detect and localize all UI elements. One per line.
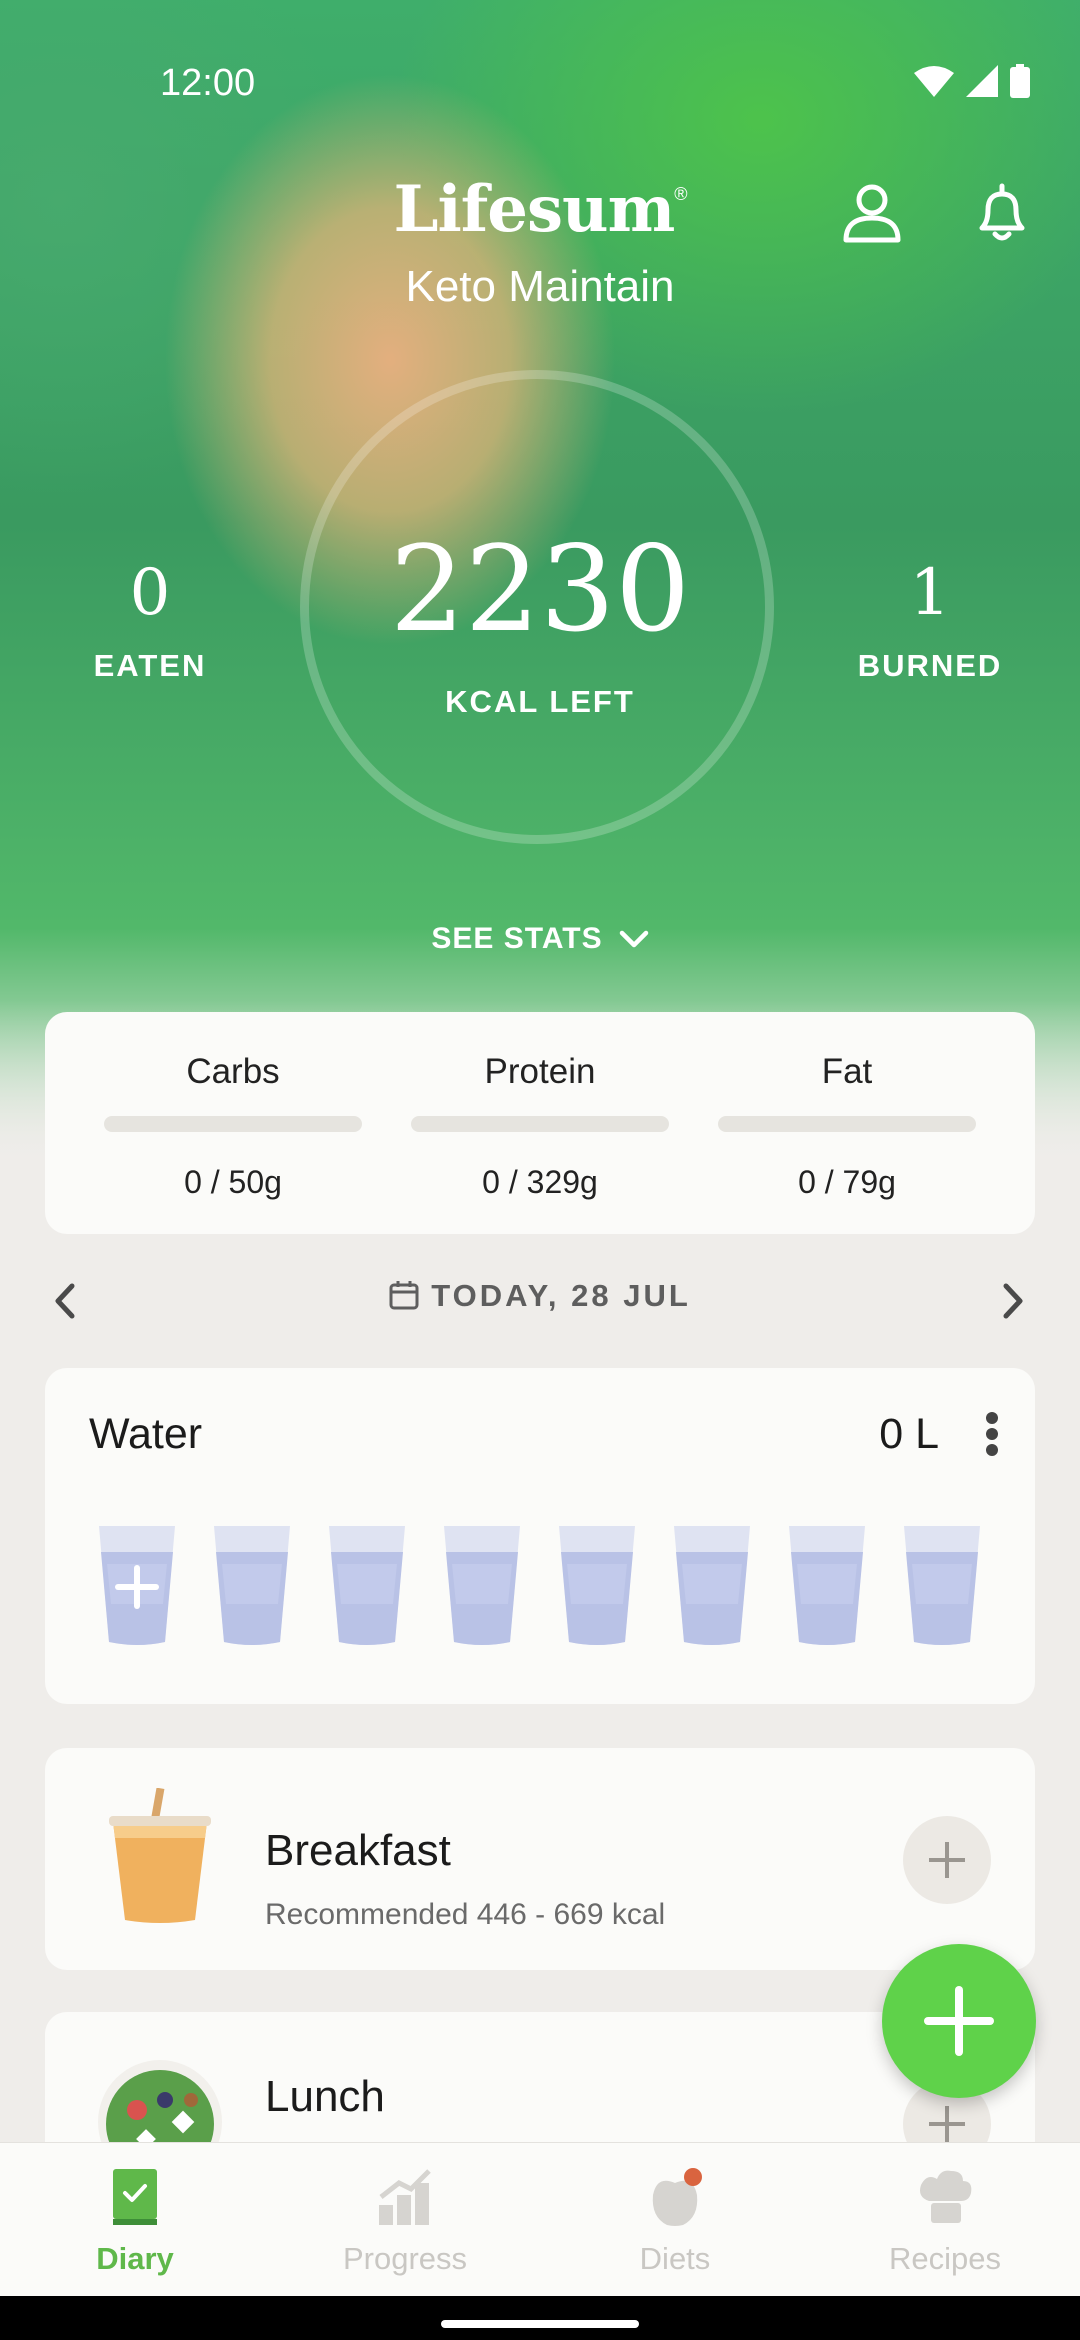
plus-icon	[929, 1842, 965, 1878]
water-glasses	[97, 1524, 997, 1648]
water-glass	[789, 1526, 865, 1645]
see-stats-label: SEE STATS	[431, 922, 603, 955]
meal-title: Breakfast	[265, 1826, 451, 1875]
water-title: Water	[89, 1410, 203, 1458]
water-glass	[214, 1526, 290, 1645]
macro-progress-bar	[718, 1116, 976, 1132]
brand-name: Lifesum	[393, 172, 675, 247]
eaten-value: 0	[129, 556, 171, 630]
battery-icon	[1010, 64, 1030, 98]
macro-progress-bar	[104, 1116, 362, 1132]
chevron-right-icon[interactable]	[1000, 1282, 1026, 1320]
water-glass	[674, 1526, 750, 1645]
meal-card-breakfast[interactable]: Breakfast Recommended 446 - 669 kcal	[45, 1748, 1035, 1970]
diet-name[interactable]: Keto Maintain	[0, 262, 1080, 312]
diary-book-icon	[113, 2169, 157, 2225]
brand-logo: Lifesum®	[0, 172, 1080, 247]
meal-recommendation: Recommended 446 - 669 kcal	[265, 1898, 666, 1931]
status-time: 12:00	[160, 62, 256, 104]
system-nav-bar	[0, 2296, 1080, 2340]
tab-recipes[interactable]: Recipes	[810, 2143, 1080, 2297]
registered-mark: ®	[674, 184, 687, 204]
macro-value: 0 / 50g	[184, 1164, 282, 1200]
tab-label: Diary	[96, 2241, 174, 2276]
apple-icon	[652, 2168, 702, 2226]
status-bar: 12:00	[0, 0, 1080, 140]
progress-chart-icon	[379, 2169, 431, 2225]
tab-label: Progress	[342, 2241, 468, 2276]
water-glass	[904, 1526, 980, 1645]
date-navigation: TODAY, 28 JUL	[0, 1270, 1080, 1330]
more-options-icon[interactable]	[985, 1412, 999, 1456]
wifi-icon	[914, 66, 954, 97]
date-selector[interactable]: TODAY, 28 JUL	[0, 1278, 1080, 1314]
home-indicator[interactable]	[441, 2320, 639, 2328]
chef-hat-icon	[920, 2170, 972, 2223]
tab-diary[interactable]: Diary	[0, 2143, 270, 2297]
quick-add-fab[interactable]	[882, 1944, 1036, 2098]
tab-progress[interactable]: Progress	[270, 2143, 540, 2297]
salad-bowl-icon	[98, 2060, 222, 2152]
eaten-label: EATEN	[93, 648, 207, 683]
macro-value: 0 / 79g	[798, 1164, 896, 1200]
status-icons	[914, 64, 1030, 98]
macro-name: Protein	[484, 1052, 596, 1091]
see-stats-button[interactable]: SEE STATS	[0, 922, 1080, 956]
notification-bell-icon[interactable]	[970, 180, 1034, 244]
profile-icon[interactable]	[840, 180, 904, 244]
signal-icon	[966, 65, 998, 97]
tab-label: Diets	[639, 2241, 711, 2276]
macro-carbs: Carbs 0 / 50g	[103, 1052, 363, 1201]
water-glass	[559, 1526, 635, 1645]
water-card: Water 0 L	[45, 1368, 1035, 1704]
burned-value: 1	[909, 556, 951, 630]
calendar-icon	[389, 1281, 419, 1310]
chevron-down-icon	[619, 930, 648, 948]
macro-name: Fat	[821, 1052, 873, 1091]
iced-drink-icon	[109, 1788, 211, 1923]
macro-fat: Fat 0 / 79g	[717, 1052, 977, 1201]
burned-label: BURNED	[857, 648, 1003, 683]
water-glass	[329, 1526, 405, 1645]
macro-name: Carbs	[186, 1052, 280, 1091]
date-label: TODAY, 28 JUL	[431, 1278, 691, 1313]
macros-card[interactable]: Carbs 0 / 50g Protein 0 / 329g Fat 0 / 7…	[45, 1012, 1035, 1234]
macro-progress-bar	[411, 1116, 669, 1132]
macro-value: 0 / 329g	[482, 1164, 598, 1200]
tab-label: Recipes	[889, 2241, 1001, 2276]
kcal-left-label: KCAL LEFT	[445, 684, 635, 719]
bottom-tab-bar: Diary Progress Diets Recipes	[0, 2142, 1080, 2297]
meal-title: Lunch	[265, 2072, 385, 2121]
tab-diets[interactable]: Diets	[540, 2143, 810, 2297]
add-breakfast-button[interactable]	[903, 1816, 991, 1904]
macro-protein: Protein 0 / 329g	[410, 1052, 670, 1201]
plus-icon	[924, 1986, 994, 2056]
water-glass	[444, 1526, 520, 1645]
water-amount: 0 L	[879, 1410, 939, 1458]
add-water-glass[interactable]	[97, 1524, 177, 1648]
